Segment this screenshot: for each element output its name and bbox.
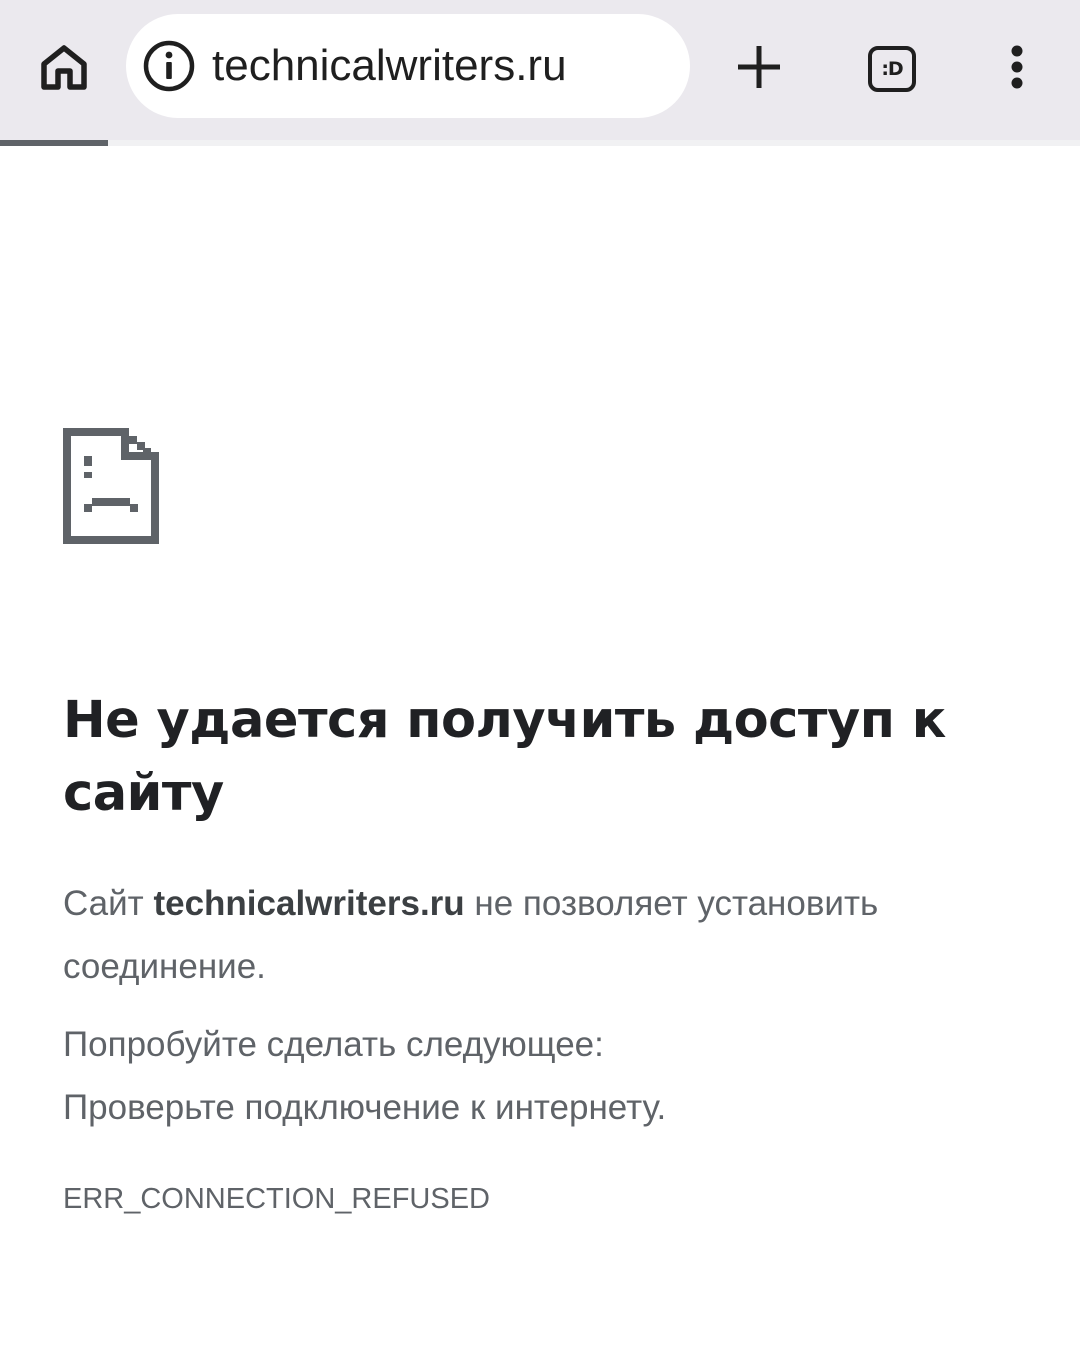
tab-switcher-button[interactable]: :D [860, 38, 922, 96]
error-host: technicalwriters.ru [153, 884, 465, 923]
url-text: technicalwriters.ru [212, 41, 567, 90]
load-progress-fill [0, 140, 108, 146]
tab-switcher-icon: :D [868, 46, 916, 92]
home-icon [41, 45, 87, 90]
error-title: Не удается получить доступ к сайту [63, 691, 946, 823]
error-code: ERR_CONNECTION_REFUSED [63, 1183, 490, 1215]
plus-icon [738, 46, 780, 88]
menu-button[interactable] [994, 34, 1040, 100]
new-tab-button[interactable] [726, 34, 792, 100]
load-progress-bar [0, 140, 1080, 146]
home-button[interactable] [28, 34, 100, 100]
more-vert-icon [1011, 45, 1023, 89]
error-page: Не удается получить доступ к сайту Сайт … [63, 428, 1023, 1221]
browser-toolbar: technicalwriters.ru :D [0, 0, 1080, 140]
tab-switcher-label: :D [881, 58, 903, 80]
suggestions-heading: Попробуйте сделать следующее: [63, 1025, 604, 1064]
address-bar[interactable]: technicalwriters.ru [126, 14, 690, 118]
sad-page-icon [63, 428, 159, 544]
error-description: Сайт technicalwriters.ru не позволяет ус… [63, 884, 879, 986]
info-icon[interactable] [142, 39, 196, 93]
suggestion-item: Проверьте подключение к интернету. [63, 1088, 667, 1127]
